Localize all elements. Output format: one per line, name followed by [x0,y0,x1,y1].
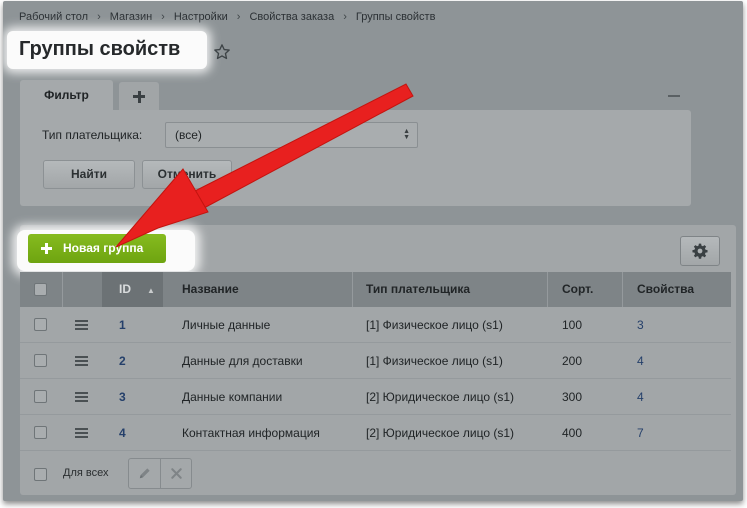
admin-window: Рабочий стол › Магазин › Настройки › Свойства … [3,1,743,501]
row-name: Контактная информация [182,426,320,440]
payer-type-label: Тип плательщика: [42,128,143,142]
gear-icon [692,243,708,259]
minus-icon[interactable] [668,95,680,97]
column-divider [352,272,353,307]
pencil-icon[interactable] [137,466,152,481]
drag-handle-icon[interactable] [75,428,88,438]
plus-icon [41,243,52,254]
page-title: Группы свойств [19,38,181,60]
row-checkbox[interactable] [34,390,47,403]
column-divider [547,272,548,307]
breadcrumb-settings[interactable]: Настройки [174,11,228,23]
new-group-label: Новая группа [63,241,144,255]
filter-tab[interactable]: Фильтр [20,80,113,110]
breadcrumb-separator: › [161,11,165,23]
row-checkbox[interactable] [34,354,47,367]
row-properties-link[interactable]: 4 [637,343,644,379]
table-row[interactable]: 1 Личные данные [1] Физическое лицо (s1)… [20,307,731,343]
row-sort: 400 [562,426,583,440]
drag-handle-icon[interactable] [75,320,88,330]
row-id[interactable]: 2 [119,343,126,379]
breadcrumb-desktop[interactable]: Рабочий стол [19,11,88,23]
property-groups-table: ID ▲ Название Тип плательщика Сорт. Свой… [20,272,731,451]
new-group-button[interactable]: Новая группа [28,234,166,263]
select-all-checkbox[interactable] [34,283,47,296]
breadcrumb: Рабочий стол › Магазин › Настройки › Свойства … [19,11,435,23]
breadcrumb-separator: › [236,11,241,23]
group-actions [128,458,192,489]
star-icon[interactable] [213,43,231,61]
row-checkbox[interactable] [34,426,47,439]
column-header-payer-type[interactable]: Тип плательщика [366,272,470,307]
sort-asc-icon: ▲ [147,286,155,295]
column-header-sort[interactable]: Сорт. [562,272,593,307]
row-payer-type: [1] Физическое лицо (s1) [366,354,503,368]
column-header-name[interactable]: Название [182,272,239,307]
column-divider [622,272,623,307]
row-name: Данные компании [182,390,283,404]
payer-type-select-value: (все) [175,128,202,142]
close-icon[interactable] [169,466,184,481]
row-checkbox[interactable] [34,318,47,331]
row-id[interactable]: 4 [119,415,126,451]
apply-to-all-checkbox[interactable] [34,468,47,481]
for-all-label: Для всех [63,467,109,479]
row-properties-link[interactable]: 7 [637,415,644,451]
page-title-highlight: Группы свойств [7,31,207,69]
table-footer: Для всех [20,456,731,496]
cancel-button[interactable]: Отменить [142,160,232,189]
breadcrumb-separator: › [343,11,347,23]
breadcrumb-separator: › [97,11,101,23]
payer-type-select[interactable]: (все) ▲ ▼ [165,122,418,148]
row-sort: 200 [562,354,583,368]
breadcrumb-order-properties[interactable]: Свойства заказа [249,11,334,23]
row-payer-type: [2] Юридическое лицо (s1) [366,426,514,440]
find-button[interactable]: Найти [43,160,135,189]
breadcrumb-property-groups: Группы свойств [355,11,436,23]
table-row[interactable]: 2 Данные для доставки [1] Физическое лиц… [20,343,731,379]
breadcrumb-shop[interactable]: Магазин [110,11,152,23]
row-properties-link[interactable]: 3 [637,307,644,343]
row-name: Данные для доставки [182,354,303,368]
row-id[interactable]: 3 [119,379,126,415]
table-header: ID ▲ Название Тип плательщика Сорт. Свой… [20,272,731,307]
column-divider [62,272,63,307]
column-header-id[interactable]: ID [119,272,131,307]
table-row[interactable]: 4 Контактная информация [2] Юридическое … [20,415,731,451]
row-payer-type: [1] Физическое лицо (s1) [366,318,503,332]
row-name: Личные данные [182,318,271,332]
action-divider [160,459,161,488]
drag-handle-icon[interactable] [75,356,88,366]
row-id[interactable]: 1 [119,307,126,343]
list-settings-button[interactable] [680,236,720,266]
row-payer-type: [2] Юридическое лицо (s1) [366,390,514,404]
drag-handle-icon[interactable] [75,392,88,402]
add-filter-tab-plus-icon[interactable] [119,82,159,110]
column-header-properties[interactable]: Свойства [637,272,694,307]
table-row[interactable]: 3 Данные компании [2] Юридическое лицо (… [20,379,731,415]
select-arrow-icon: ▲ ▼ [403,128,410,141]
row-properties-link[interactable]: 4 [637,379,644,415]
row-sort: 300 [562,390,583,404]
row-sort: 100 [562,318,583,332]
filter-panel: Тип плательщика: (все) ▲ ▼ Найти Отменить [20,110,691,206]
